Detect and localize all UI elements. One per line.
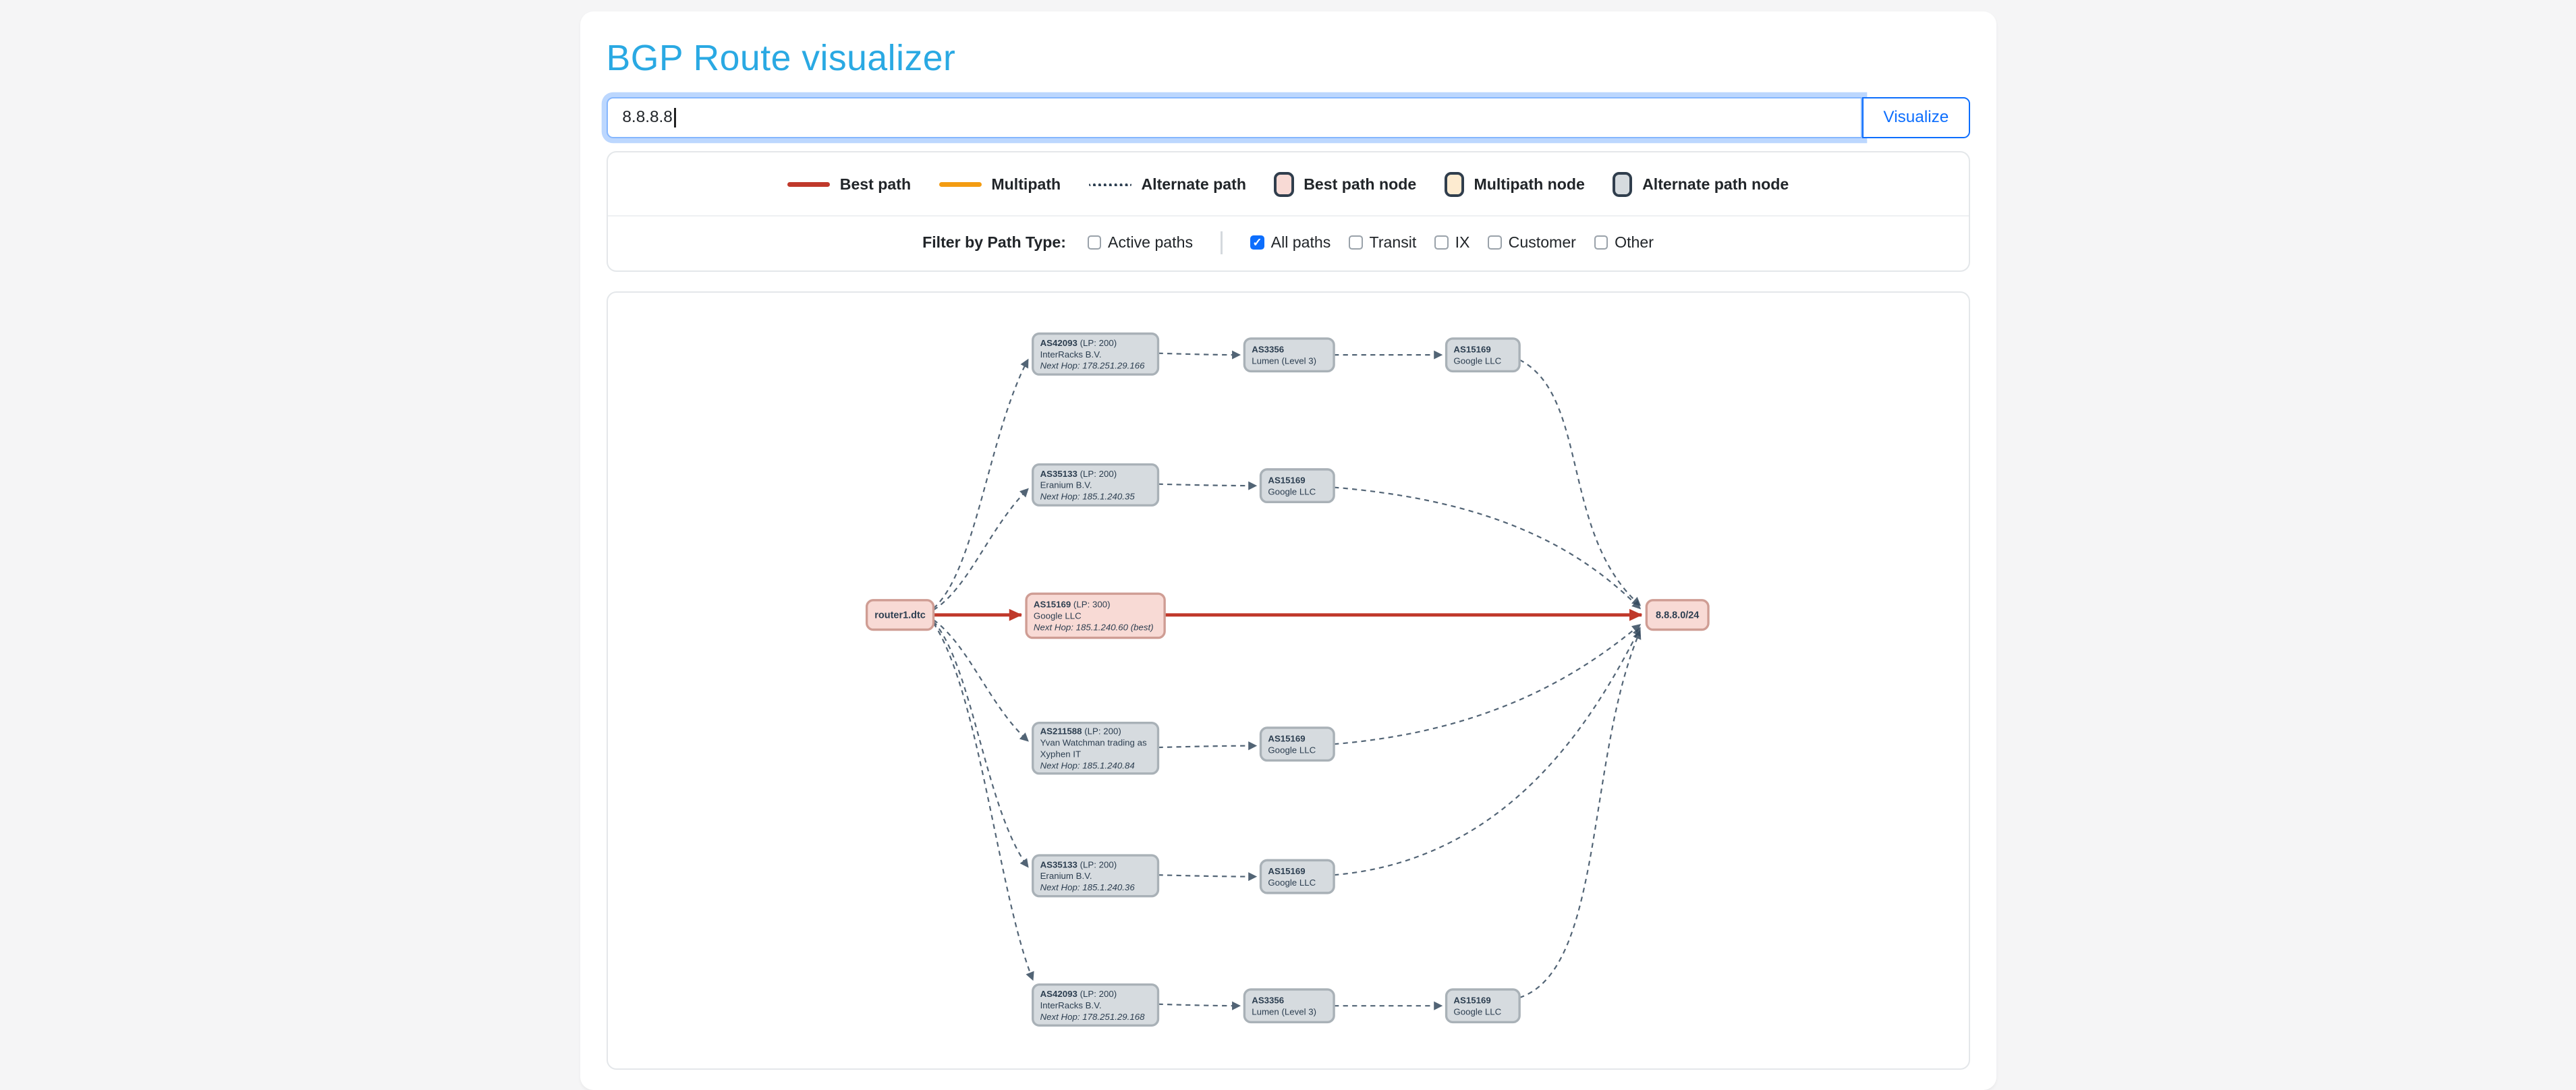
graph-node-as15169-bottom[interactable]: AS15169Google LLC xyxy=(1446,989,1519,1022)
multipath-node-swatch xyxy=(1445,172,1464,197)
graph-node-label: router1.dtc xyxy=(874,610,926,621)
text-caret xyxy=(674,108,675,127)
graph-edge-router-to-as35133-b xyxy=(933,622,1028,867)
filter-option-ix[interactable]: IX xyxy=(1434,233,1469,252)
legend-row: Best path Multipath Alternate path Best pat… xyxy=(608,152,1969,215)
main-card: BGP Route visualizer 8.8.8.8 Visualize B… xyxy=(580,11,1996,1090)
multipath-line-swatch xyxy=(939,182,982,187)
legend-label: Alternate path xyxy=(1141,175,1245,194)
graph-node-as15169-row5[interactable]: AS15169Google LLC xyxy=(1260,861,1334,893)
graph-node-label: 8.8.8.0/24 xyxy=(1656,610,1699,621)
filter-divider xyxy=(1221,231,1222,254)
checkbox-all-paths[interactable]: ✓ xyxy=(1250,235,1264,250)
filter-option-label: Other xyxy=(1615,233,1654,252)
filter-option-label: IX xyxy=(1455,233,1470,252)
graph-edge-as15169-row2-to-dest xyxy=(1334,488,1640,608)
graph-edge-router-to-as42093-bottom xyxy=(933,623,1032,980)
graph-edge-as42093-top-to-as3356-top xyxy=(1158,353,1239,355)
graph-node-as15169-best[interactable]: AS15169 (LP: 300)Google LLCNext Hop: 185… xyxy=(1026,594,1165,637)
graph-node-as3356-bottom[interactable]: AS3356Lumen (Level 3) xyxy=(1244,989,1334,1022)
graph-node-box[interactable] xyxy=(1260,728,1334,760)
graph-nodes-layer: router1.dtc AS42093 (LP: 200)InterRacks B… xyxy=(866,334,1708,1026)
filter-option-label: All paths xyxy=(1271,233,1331,252)
legend-item-multipath-node: Multipath node xyxy=(1445,172,1585,197)
graph-node-as15169-top[interactable]: AS15169Google LLC xyxy=(1446,339,1519,371)
graph-node-dest-8-8-8-0-24[interactable]: 8.8.8.0/24 xyxy=(1646,600,1708,630)
visualize-button[interactable]: Visualize xyxy=(1862,97,1969,138)
filter-option-transit[interactable]: Transit xyxy=(1349,233,1416,252)
graph-node-router1-dtc[interactable]: router1.dtc xyxy=(866,600,933,630)
checkbox-other[interactable] xyxy=(1594,235,1608,250)
filter-option-active-paths[interactable]: Active paths xyxy=(1088,233,1193,252)
graph-node-as42093-bottom[interactable]: AS42093 (LP: 200)InterRacks B.V.Next Hop… xyxy=(1032,985,1158,1026)
graph-edge-as15169-top-to-dest xyxy=(1519,360,1640,606)
legend-item-alternate-path-node: Alternate path node xyxy=(1613,172,1789,197)
graph-edge-as42093-bottom-to-as3356 xyxy=(1158,1004,1239,1006)
graph-panel: router1.dtc AS42093 (LP: 200)InterRacks B… xyxy=(607,291,1970,1070)
graph-node-box[interactable] xyxy=(1244,989,1334,1022)
graph-edge-as211588-to-as15169 xyxy=(1158,746,1256,747)
page-title: BGP Route visualizer xyxy=(607,38,1970,79)
graph-edge-router-to-as211588 xyxy=(933,620,1028,741)
search-input-group: 8.8.8.8 Visualize xyxy=(607,97,1970,138)
graph-svg: router1.dtc AS42093 (LP: 200)InterRacks B… xyxy=(608,293,1969,1068)
best-path-line-swatch xyxy=(787,182,830,187)
legend-item-alternate-path: Alternate path xyxy=(1089,175,1246,194)
legend-item-multipath: Multipath xyxy=(939,175,1061,194)
graph-node-box[interactable] xyxy=(1260,861,1334,893)
graph-edge-router-to-as42093-top xyxy=(933,360,1028,609)
graph-node-box[interactable] xyxy=(1260,469,1334,502)
filter-option-all-paths[interactable]: ✓ All paths xyxy=(1250,233,1331,252)
graph-edge-as15169-bottom-to-dest xyxy=(1519,631,1640,998)
legend-label: Best path xyxy=(840,175,911,194)
checkbox-transit[interactable] xyxy=(1349,235,1363,250)
graph-edge-as35133-a-to-as15169 xyxy=(1158,484,1256,486)
filter-option-customer[interactable]: Customer xyxy=(1488,233,1576,252)
legend-label: Best path node xyxy=(1304,175,1416,194)
graph-node-box[interactable] xyxy=(1244,339,1334,371)
legend-label: Multipath xyxy=(991,175,1061,194)
graph-edge-as15169-row4-to-dest xyxy=(1334,625,1640,744)
legend-item-best-path-node: Best path node xyxy=(1274,172,1416,197)
filter-option-label: Active paths xyxy=(1108,233,1193,252)
legend-label: Alternate path node xyxy=(1642,175,1789,194)
graph-node-as35133-a[interactable]: AS35133 (LP: 200)Eranium B.V.Next Hop: 1… xyxy=(1032,465,1158,506)
filter-row: Filter by Path Type: Active paths ✓ All pa… xyxy=(608,215,1969,270)
best-path-node-swatch xyxy=(1274,172,1293,197)
checkbox-ix[interactable] xyxy=(1434,235,1449,250)
filter-option-label: Transit xyxy=(1370,233,1417,252)
graph-node-as3356-top[interactable]: AS3356Lumen (Level 3) xyxy=(1244,339,1334,371)
graph-node-box[interactable] xyxy=(1446,989,1519,1022)
prefix-input-value: 8.8.8.8 xyxy=(622,108,672,127)
filter-option-other[interactable]: Other xyxy=(1594,233,1654,252)
filter-label: Filter by Path Type: xyxy=(922,233,1066,252)
alternate-path-line-swatch xyxy=(1089,183,1131,186)
graph-node-as211588[interactable]: AS211588 (LP: 200)Yvan Watchman trading … xyxy=(1032,723,1158,774)
graph-node-as35133-b[interactable]: AS35133 (LP: 200)Eranium B.V.Next Hop: 1… xyxy=(1032,855,1158,896)
legend-filter-panel: Best path Multipath Alternate path Best pat… xyxy=(607,151,1970,272)
graph-node-box[interactable] xyxy=(1446,339,1519,371)
alternate-path-node-swatch xyxy=(1613,172,1632,197)
checkbox-customer[interactable] xyxy=(1488,235,1502,250)
graph-node-as15169-row4[interactable]: AS15169Google LLC xyxy=(1260,728,1334,760)
graph-edge-as35133-b-to-as15169 xyxy=(1158,875,1256,876)
legend-label: Multipath node xyxy=(1474,175,1584,194)
filter-option-label: Customer xyxy=(1509,233,1576,252)
graph-node-as15169-row2[interactable]: AS15169Google LLC xyxy=(1260,469,1334,502)
prefix-input[interactable]: 8.8.8.8 xyxy=(607,97,1863,138)
graph-edges-layer xyxy=(933,353,1642,1006)
graph-node-as42093-top[interactable]: AS42093 (LP: 200)InterRacks B.V.Next Hop… xyxy=(1032,334,1158,375)
app-root: BGP Route visualizer 8.8.8.8 Visualize B… xyxy=(0,0,2576,1079)
checkbox-active-paths[interactable] xyxy=(1088,235,1102,250)
legend-item-best-path: Best path xyxy=(787,175,911,194)
